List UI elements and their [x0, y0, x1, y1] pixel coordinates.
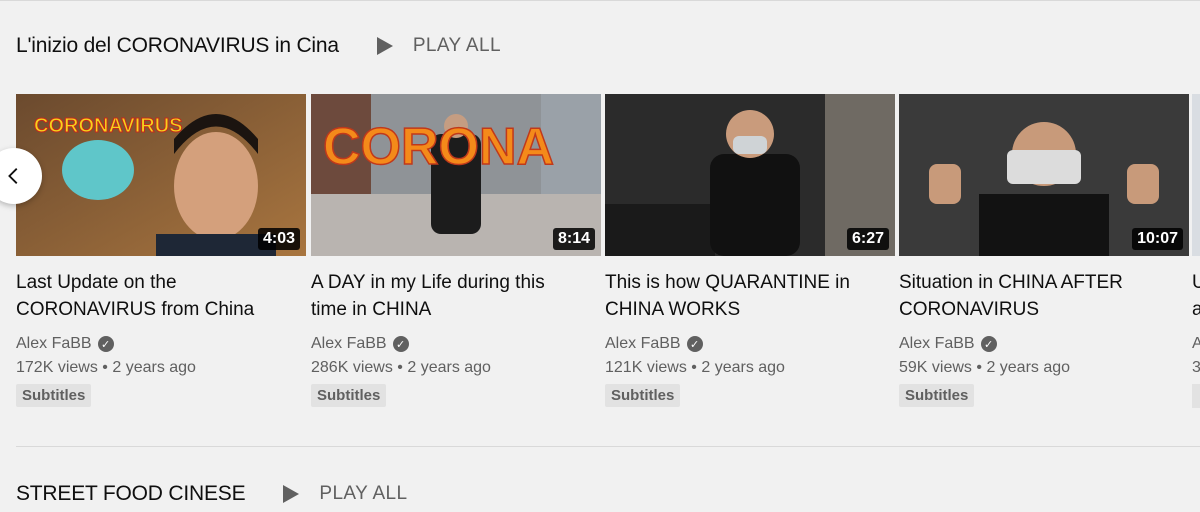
thumb-overlay-text: CORONA: [323, 118, 554, 176]
video-card: CORONAVIRUS 4:03 Last Update on the CORON…: [16, 94, 306, 407]
subtitles-badge: Subtitles: [311, 384, 387, 407]
video-thumbnail[interactable]: 6:27: [605, 94, 895, 256]
video-meta: 121K views • 2 years ago: [605, 359, 785, 376]
duration-badge: 8:14: [552, 228, 595, 250]
shelf-divider: [16, 446, 1200, 447]
channel-name[interactable]: Alex FaBB ✓: [16, 335, 306, 353]
top-divider: [0, 0, 1200, 1]
duration-badge: 10:07: [1132, 228, 1183, 250]
duration-badge: 6:27: [846, 228, 889, 250]
video-title[interactable]: Last Update on the CORONAVIRUS from China: [16, 269, 306, 323]
video-card: 10:07 Situation in CHINA AFTER CORONAVIRU…: [899, 94, 1189, 407]
chevron-left-icon: [8, 168, 18, 184]
video-thumbnail[interactable]: CORONA 8:14: [311, 94, 601, 256]
play-all-button[interactable]: PLAY ALL: [283, 483, 407, 505]
video-card-partial[interactable]: Ua A 3: [1192, 94, 1200, 408]
video-meta: 59K views • 2 years ago: [899, 359, 1071, 376]
verified-check-icon: ✓: [97, 336, 114, 352]
play-all-label: PLAY ALL: [412, 35, 501, 56]
subtitles-badge: Subtitles: [605, 384, 681, 407]
subtitles-badge: Subtitles: [899, 384, 975, 407]
play-all-button[interactable]: PLAY ALL: [376, 35, 501, 57]
video-title[interactable]: Situation in CHINA AFTER CORONAVIRUS: [899, 269, 1189, 323]
video-meta: 286K views • 2 years ago: [311, 359, 491, 376]
verified-check-icon: ✓: [980, 336, 997, 352]
play-icon: [283, 485, 300, 503]
thumb-overlay-text: CORONAVIRUS: [34, 115, 183, 137]
duration-badge: 4:03: [257, 228, 300, 250]
video-title[interactable]: Ua: [1192, 269, 1200, 323]
channel-name[interactable]: Alex FaBB ✓: [311, 335, 601, 353]
subtitles-badge: [1192, 384, 1200, 408]
video-meta: 172K views • 2 years ago: [16, 359, 196, 376]
video-thumbnail[interactable]: 10:07: [899, 94, 1189, 256]
video-thumbnail[interactable]: [1192, 94, 1200, 256]
video-card: CORONA 8:14 A DAY in my Life during this…: [311, 94, 601, 407]
channel-name[interactable]: A: [1192, 335, 1200, 353]
video-title[interactable]: A DAY in my Life during this time in CHIN…: [311, 269, 601, 323]
verified-check-icon: ✓: [686, 336, 703, 352]
channel-name[interactable]: Alex FaBB ✓: [605, 335, 895, 353]
play-all-label: PLAY ALL: [319, 483, 408, 504]
shelf-title[interactable]: STREET FOOD CINESE: [16, 482, 246, 506]
video-title[interactable]: This is how QUARANTINE in CHINA WORKS: [605, 269, 895, 323]
channel-name[interactable]: Alex FaBB ✓: [899, 335, 1189, 353]
play-icon: [376, 37, 393, 55]
video-thumbnail[interactable]: CORONAVIRUS 4:03: [16, 94, 306, 256]
shelf-title[interactable]: L'inizio del CORONAVIRUS in Cina: [16, 34, 339, 58]
verified-check-icon: ✓: [392, 336, 409, 352]
subtitles-badge: Subtitles: [16, 384, 92, 407]
video-card: 6:27 This is how QUARANTINE in CHINA WORK…: [605, 94, 895, 407]
shelf-header: STREET FOOD CINESE PLAY ALL: [16, 482, 407, 506]
video-meta: 3: [1192, 359, 1200, 376]
shelf-header: L'inizio del CORONAVIRUS in Cina PLAY AL…: [16, 34, 501, 58]
